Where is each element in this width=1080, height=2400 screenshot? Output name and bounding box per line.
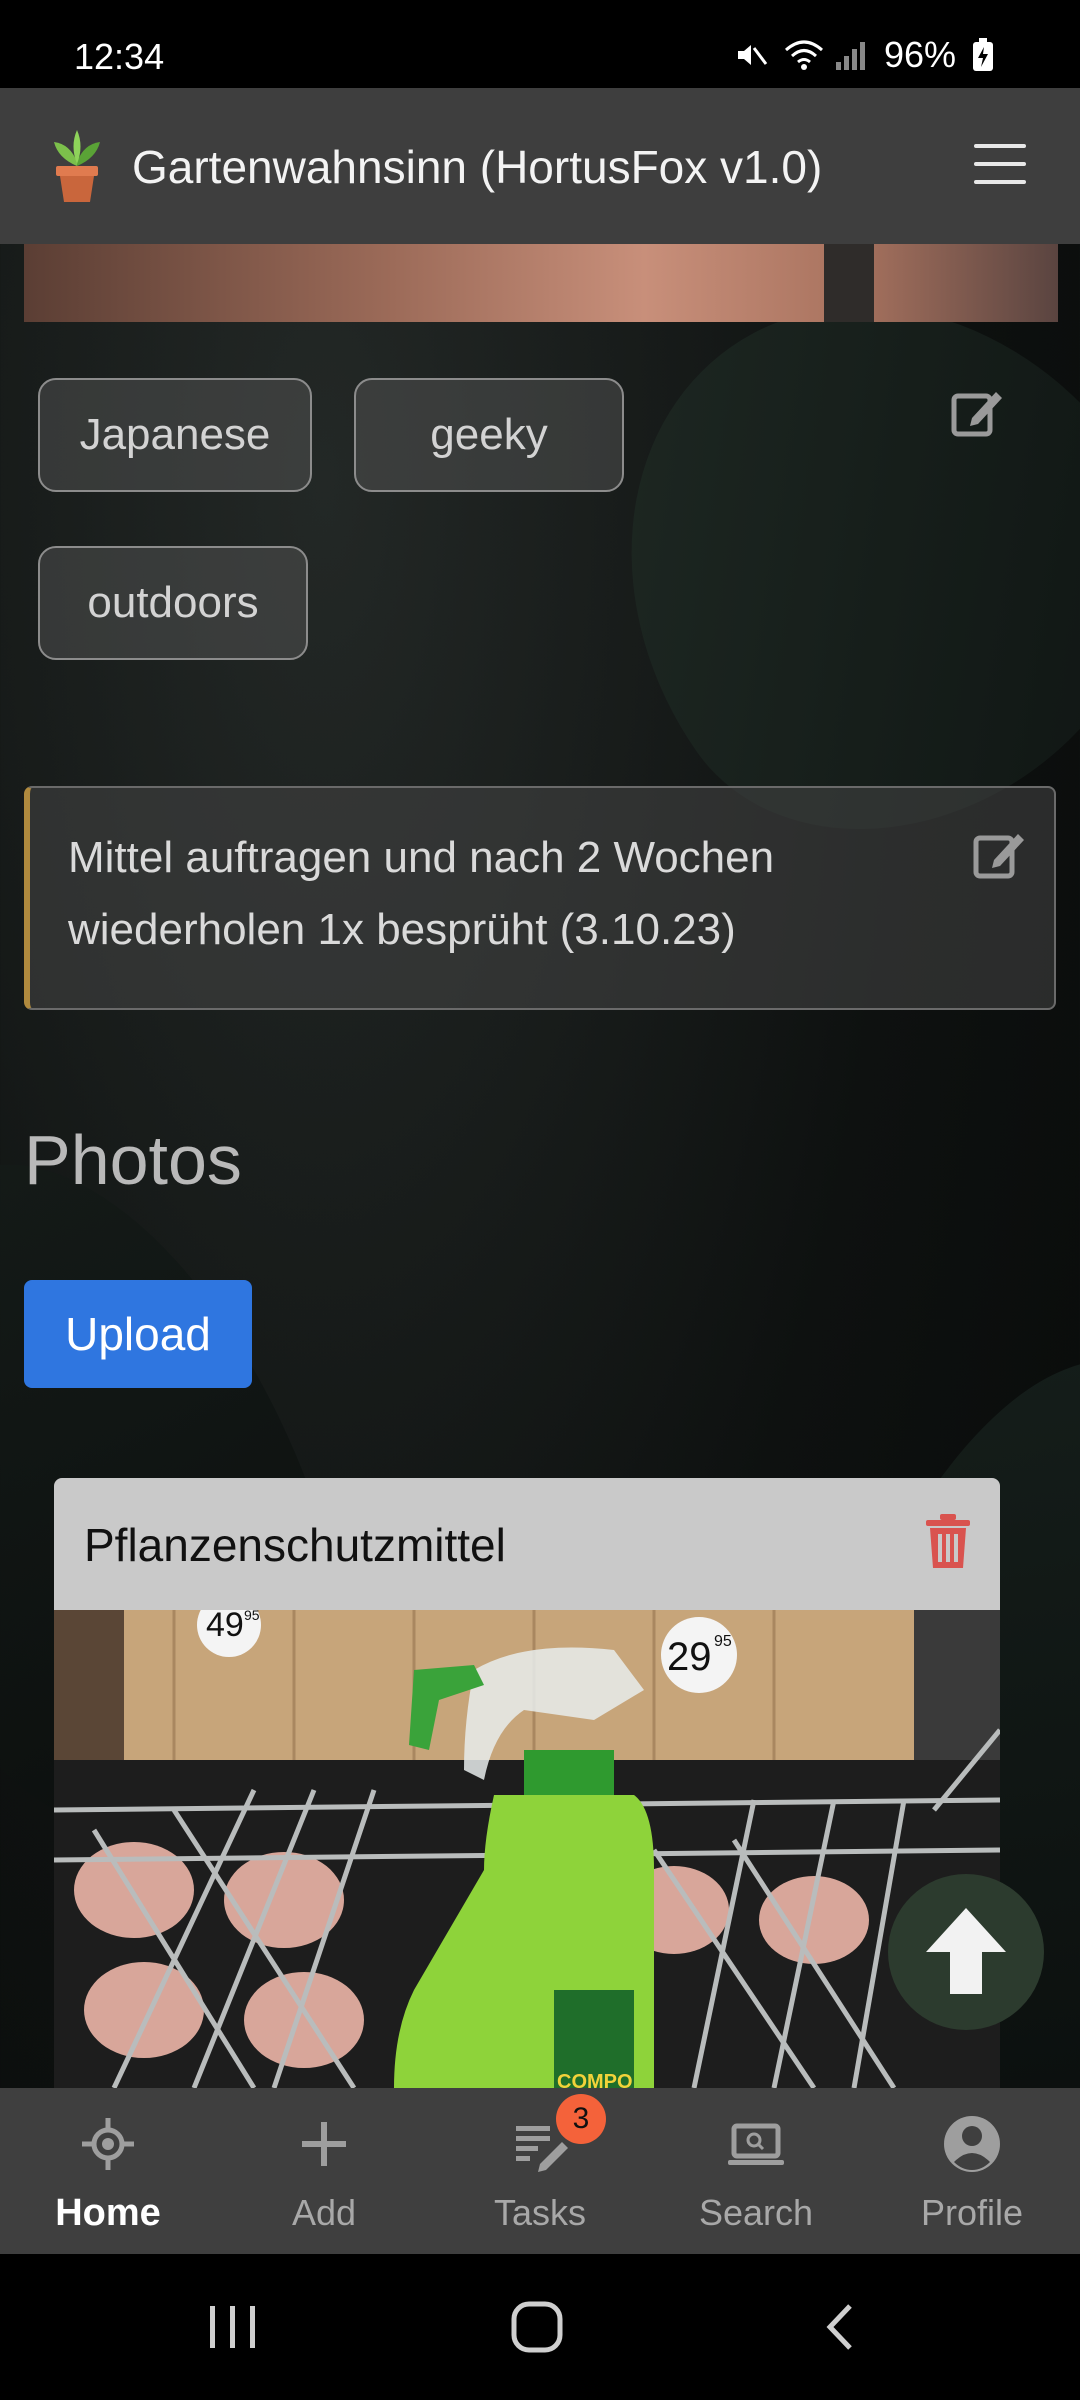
search-laptop-icon — [728, 2123, 784, 2165]
nav-tasks-label: Tasks — [493, 2192, 587, 2233]
back-icon[interactable] — [820, 2302, 860, 2352]
recent-apps-icon[interactable] — [206, 2302, 260, 2352]
photos-heading: Photos — [24, 1121, 242, 1199]
mute-icon — [734, 38, 768, 72]
nav-home[interactable]: Home — [0, 2088, 216, 2254]
nav-add-label: Add — [291, 2192, 357, 2233]
bottle-brand-label: COMPO — [557, 2071, 633, 2088]
photo-image[interactable]: 49 95 29 95 COMPO — [54, 1610, 1000, 2088]
signal-icon — [834, 38, 868, 72]
price-tag-right-cents: 95 — [714, 1633, 732, 1650]
bottom-navigation: Home Add 3 Tasks Search Profile — [0, 2088, 1080, 2254]
photo-card-header: Pflanzenschutzmittel — [54, 1478, 1000, 1610]
edit-tags-icon[interactable] — [950, 384, 1006, 440]
scroll-to-top-button[interactable] — [888, 1874, 1044, 2030]
plant-notes: Mittel auftragen und nach 2 Wochen wiede… — [24, 786, 1056, 1010]
plant-logo-icon[interactable] — [48, 128, 106, 204]
plus-icon — [302, 2122, 346, 2166]
status-bar: 12:34 96% — [0, 0, 1080, 88]
nav-search-label: Search — [698, 2192, 814, 2233]
status-time: 12:34 — [74, 36, 165, 77]
upload-button[interactable]: Upload — [24, 1280, 252, 1388]
price-tag-right: 29 — [667, 1635, 712, 1679]
nav-add[interactable]: Add — [216, 2088, 432, 2254]
edit-notes-icon[interactable] — [972, 826, 1028, 882]
tasks-count-badge: 3 — [556, 2094, 606, 2144]
profile-icon — [944, 2116, 1000, 2172]
photo-title: Pflanzenschutzmittel — [84, 1519, 506, 1571]
arrow-up-icon — [926, 1908, 1006, 1994]
nav-profile[interactable]: Profile — [864, 2088, 1080, 2254]
menu-icon[interactable] — [974, 144, 1026, 184]
wifi-icon — [784, 38, 823, 72]
trash-icon[interactable] — [924, 1514, 972, 1570]
nav-profile-label: Profile — [920, 2192, 1024, 2233]
battery-percent: 96% — [883, 34, 956, 75]
system-navigation-bar — [0, 2254, 1080, 2400]
plant-photo — [24, 244, 1058, 322]
home-icon[interactable] — [510, 2300, 564, 2354]
app-title: Gartenwahnsinn (HortusFox v1.0) — [132, 141, 823, 193]
tag-chip[interactable]: outdoors — [38, 546, 308, 660]
tag-chip[interactable]: geeky — [354, 378, 624, 492]
notes-text: Mittel auftragen und nach 2 Wochen wiede… — [68, 833, 775, 954]
price-tag-left-cents: 95 — [244, 1610, 260, 1623]
nav-tasks[interactable]: 3 Tasks — [432, 2088, 648, 2254]
app-header: Gartenwahnsinn (HortusFox v1.0) — [0, 88, 1080, 244]
battery-charging-icon — [972, 38, 1006, 72]
photo-card: Pflanzenschutzmittel 49 95 29 95 COMPO — [54, 1478, 1000, 2088]
home-target-icon — [82, 2118, 134, 2170]
tag-chip[interactable]: Japanese — [38, 378, 312, 492]
nav-search[interactable]: Search — [648, 2088, 864, 2254]
price-tag-left: 49 — [206, 1610, 244, 1644]
nav-home-label: Home — [55, 2192, 161, 2234]
